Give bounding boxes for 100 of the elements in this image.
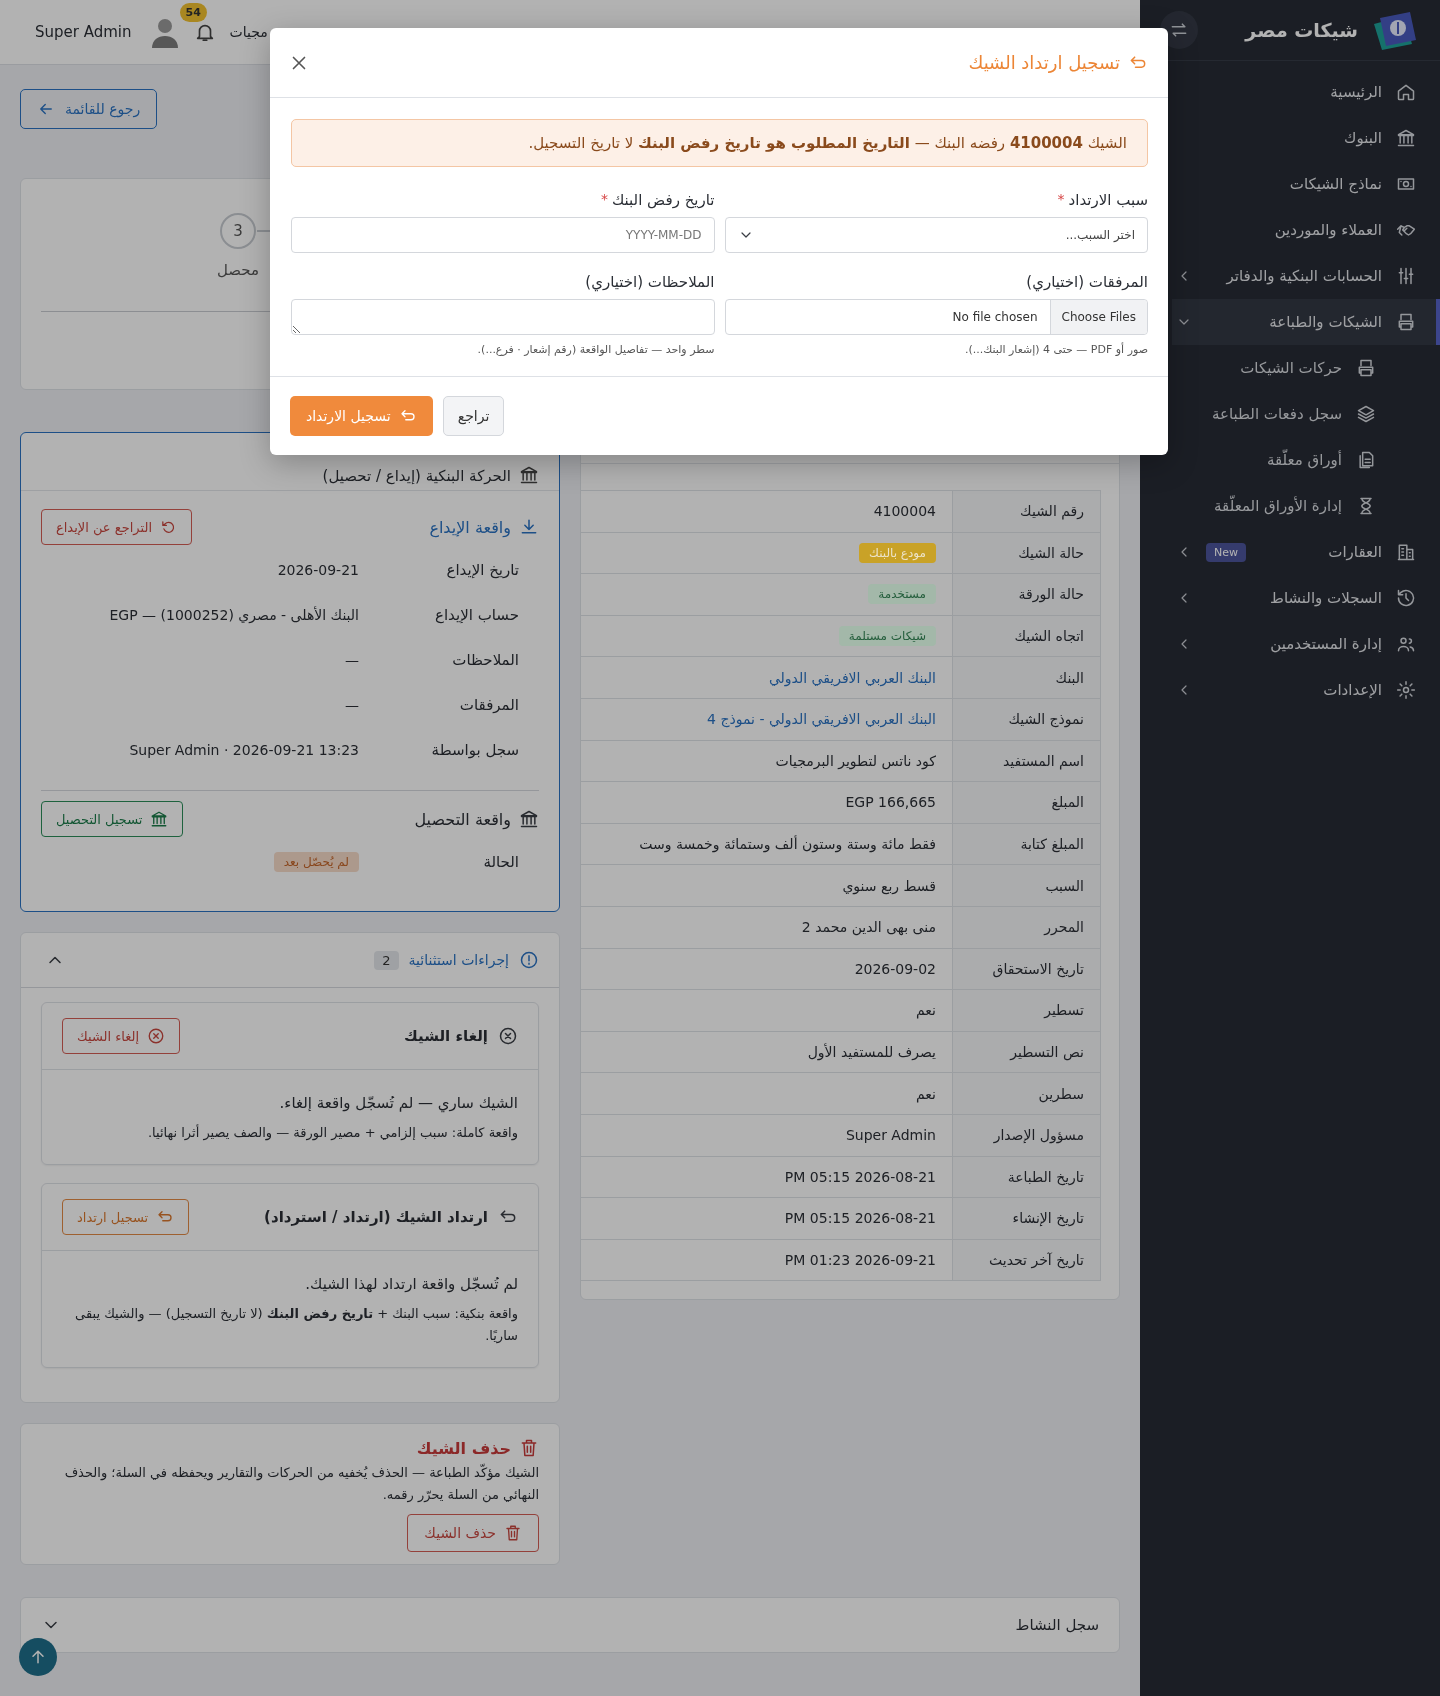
note-text: واقعة بنكية: سبب البنك + تاريخ رفض البنك (لا تاريخ التسجيل) — والشيك يبقى ساريًا. [74,1305,518,1346]
section-title: واقعة التحصيل [414,809,511,829]
undo-icon [160,518,177,536]
field-label: الملاحظات (اختياري) [585,273,715,291]
sidebar-item[interactable]: إدارة المستخدمين [1172,621,1440,667]
delete-button[interactable]: حذف الشيك [407,1514,539,1552]
reason-select[interactable]: اختر السبب... [724,217,1148,253]
undo-deposit-button[interactable]: التراجع عن الإيداع [41,509,192,545]
row-label: المبلغ [952,781,1101,824]
row-label: تاريخ الطباعة [952,1156,1101,1198]
printer-icon [1356,358,1376,378]
bank-icon [519,465,539,485]
status-badge: شيكات مستلمة [838,626,936,647]
status-badge: مودع بالبنك [859,542,936,563]
field-value: البنك الأهلى - مصري (1000252) — EGP [108,606,359,623]
row-label: المبلغ كتابة [952,823,1101,865]
record-collection-button[interactable]: تسجيل التحصيل [41,801,184,837]
bank-icon [519,809,539,829]
status-text: الشيك ساري — لم تُسجّل واقعة إلغاء. [278,1094,518,1112]
row-label: السبب [952,864,1101,907]
history-icon [1396,588,1416,608]
row-label: سطرين [952,1072,1101,1115]
download-icon [519,517,539,537]
table-link[interactable]: البنك العربي الافريقي الدولي [768,669,936,686]
activity-card[interactable]: سجل النشاط [20,1597,1120,1653]
info-icon [519,950,539,970]
field-label: سجل بواسطة [430,740,520,759]
action-title: إلغاء الشيك [404,1027,488,1045]
action-button[interactable]: إلغاء الشيك [62,1018,181,1054]
sidebar-item[interactable]: العملاء والموردين [1172,207,1440,253]
required-mark: * [1057,191,1065,209]
sidebar-item[interactable]: البنوك [1172,115,1440,161]
row-label: تسطير [952,989,1101,1032]
row-label: نص التسطير [952,1031,1101,1073]
required-mark: * [600,191,608,209]
notes-field[interactable] [291,299,715,335]
sidebar-item[interactable]: الرئيسية [1172,69,1440,115]
modal-title: تسجيل ارتداد الشيك [968,52,1120,73]
home-icon [1396,82,1416,102]
user-name: Super Admin [35,23,132,41]
card-title: الحركة البنكية (إيداع / تحصيل) [322,467,511,485]
file-status-text: No file chosen [951,310,1039,324]
row-label: المحرر [952,906,1101,949]
building-icon [1396,542,1416,562]
row-label: تاريخ الإنشاء [952,1197,1101,1240]
avatar-icon[interactable] [149,16,180,48]
sliders-icon [1396,266,1416,286]
sidebar-subitem[interactable]: إدارة الأوراق المعلّقة [1172,483,1440,529]
table-link[interactable]: البنك العربي الافريقي الدولي - نموذج 4 [707,711,936,728]
field-hint: سطر واحد — تفاصيل الواقعة (رقم إشعار · فرع...). [476,343,715,356]
sidebar-item[interactable]: نماذج الشيكات [1172,161,1440,207]
field-value: — [344,696,359,713]
document-icon [1356,450,1376,470]
row-label: تاريخ الاستحقاق [952,948,1101,990]
new-badge: New [1206,542,1246,562]
warning-text: الشيك مؤكّد الطباعة — الحذف يُخفيه من الحركات والتقارير ويحفظه في السلة؛ والحذف النهائي من السلة يحرّر رقمه. [63,1462,539,1505]
notification-badge: 54 [179,3,207,22]
trash-icon [519,1438,539,1458]
cancel-button[interactable]: تراجع [442,396,505,436]
field-label: المرفقات [458,695,520,714]
row-label: اسم المستفيد [952,740,1101,782]
count-badge: 2 [374,950,399,970]
sidebar-item[interactable]: الشيكات والطباعة [1172,299,1440,345]
choose-files-button[interactable]: Choose Files [1049,300,1147,334]
sidebar-subitem[interactable]: سجل دفعات الطباعة [1172,391,1440,437]
card-title: سجل النشاط [1015,1616,1099,1634]
date-field[interactable]: YYYY-MM-DD [291,217,715,253]
row-label: نموذج الشيك [952,698,1101,741]
header-text: مجيات [229,24,268,40]
field-value: Super Admin · 2026-09-21 13:23 [128,741,359,758]
field-value: — [344,651,359,668]
row-label: حالة الشيك [952,532,1101,574]
field-label: تاريخ رفض البنك [611,191,715,209]
table-cell: 4100004 [581,490,953,533]
row-label: حالة الورقة [952,573,1101,616]
field-label: حساب الإيداع [434,605,520,624]
sidebar-subitem[interactable]: أوراق معلّقة [1172,437,1440,483]
card-title: إجراءات استثنائية [408,952,509,968]
sidebar-item[interactable]: الحسابات البنكية والدفاتر [1172,253,1440,299]
field-value: 2026-09-21 [276,561,359,578]
settings-icon [1396,680,1416,700]
file-field[interactable]: No file chosen Choose Files [724,299,1148,335]
row-label: رقم الشيك [952,490,1101,533]
row-label: تاريخ آخر تحديث [952,1239,1101,1281]
row-label: اتجاه الشيك [952,615,1101,657]
field-label: الحالة [482,852,520,871]
status-text: لم تُسجّل واقعة ارتداد لهذا الشيك. [304,1275,518,1293]
status-badge: لم يُحصّل بعد [273,851,359,872]
sidebar-item[interactable]: الإعدادات [1172,667,1440,713]
row-label: مسؤول الإصدار [952,1114,1101,1156]
back-button[interactable]: رجوع للقائمة [20,89,158,129]
status-badge: مستخدمة [868,584,936,605]
step-circle: 3 [220,213,257,249]
scroll-top-button[interactable] [19,1638,57,1676]
sidebar-subitem[interactable]: حركات الشيكات [1172,345,1440,391]
note-text: واقعة كاملة: سبب إلزامي + مصير الورقة — والصف يصير أثرا نهائيا. [146,1123,518,1143]
field-hint: صور أو PDF — حتى 4 (إشعار البنك...). [963,343,1148,356]
bank-icon [1396,128,1416,148]
sidebar-item[interactable]: السجلات والنشاط [1172,575,1440,621]
section-title: واقعة الإيداع [429,517,511,537]
